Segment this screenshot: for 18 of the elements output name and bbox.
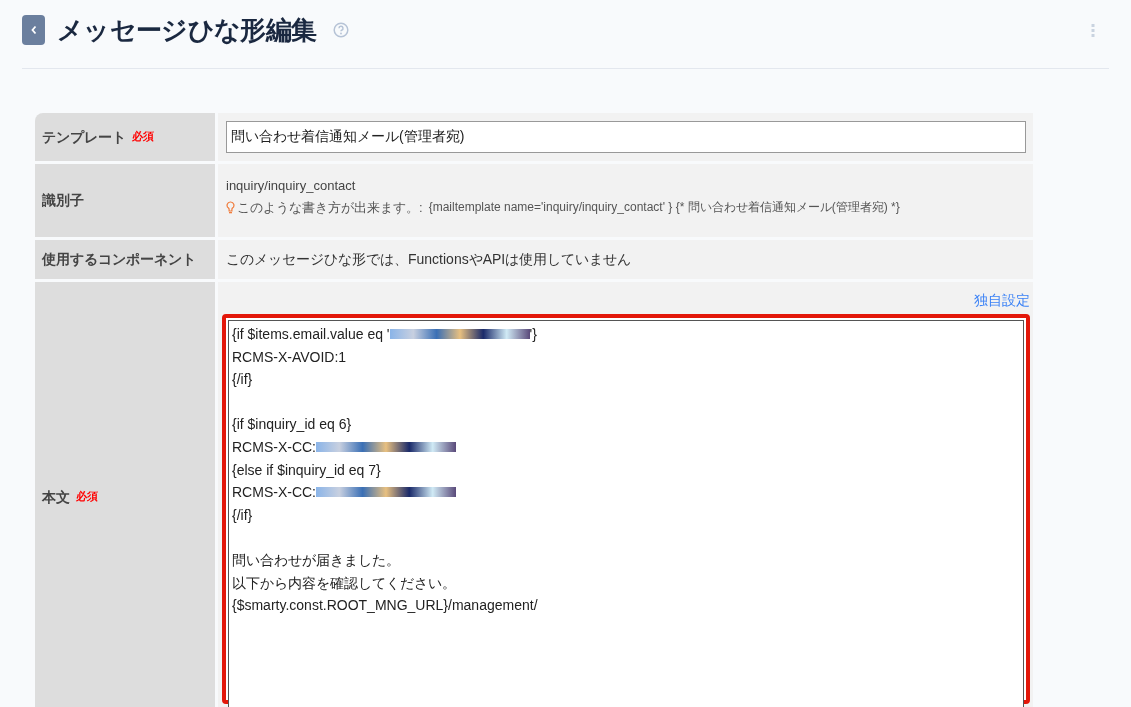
hint-text: このような書き方が出来ます。:	[237, 198, 423, 217]
chevron-left-icon	[29, 25, 38, 35]
body-editor[interactable]: {if $items.email.value eq ' '} RCMS-X-AVOID:1 {/if} {if $inquiry_id eq 6} RCMS-X-CC: {else if $inquiry_id eq 7} RCMS-X-CC: {/if} 問い合わせが届きました。 以下から内容を確認してください。 {$smarty.const.ROOT_MNG_URL}/management/	[228, 320, 1024, 707]
template-name-field[interactable]: 問い合わせ着信通知メール(管理者宛)	[226, 121, 1026, 153]
required-tag: 必須	[76, 488, 98, 506]
more-options-icon[interactable]	[1091, 23, 1095, 37]
field-label: 識別子	[42, 191, 84, 210]
field-label: 本文	[42, 487, 70, 507]
usage-example: {mailtemplate name='inquiry/inquiry_contact' } {* 問い合わせ着信通知メール(管理者宛) *}	[428, 199, 900, 217]
lightbulb-icon	[226, 200, 235, 214]
required-tag: 必須	[132, 128, 154, 146]
page-title: メッセージひな形編集	[57, 13, 317, 47]
back-button[interactable]	[22, 15, 45, 45]
identifier-text: inquiry/inquiry_contact	[226, 177, 357, 195]
component-note: このメッセージひな形では、FunctionsやAPIは使用していません	[226, 250, 632, 269]
field-label: 使用するコンポーネント	[42, 250, 196, 269]
field-label: テンプレート	[42, 127, 126, 147]
help-icon[interactable]	[332, 22, 349, 38]
